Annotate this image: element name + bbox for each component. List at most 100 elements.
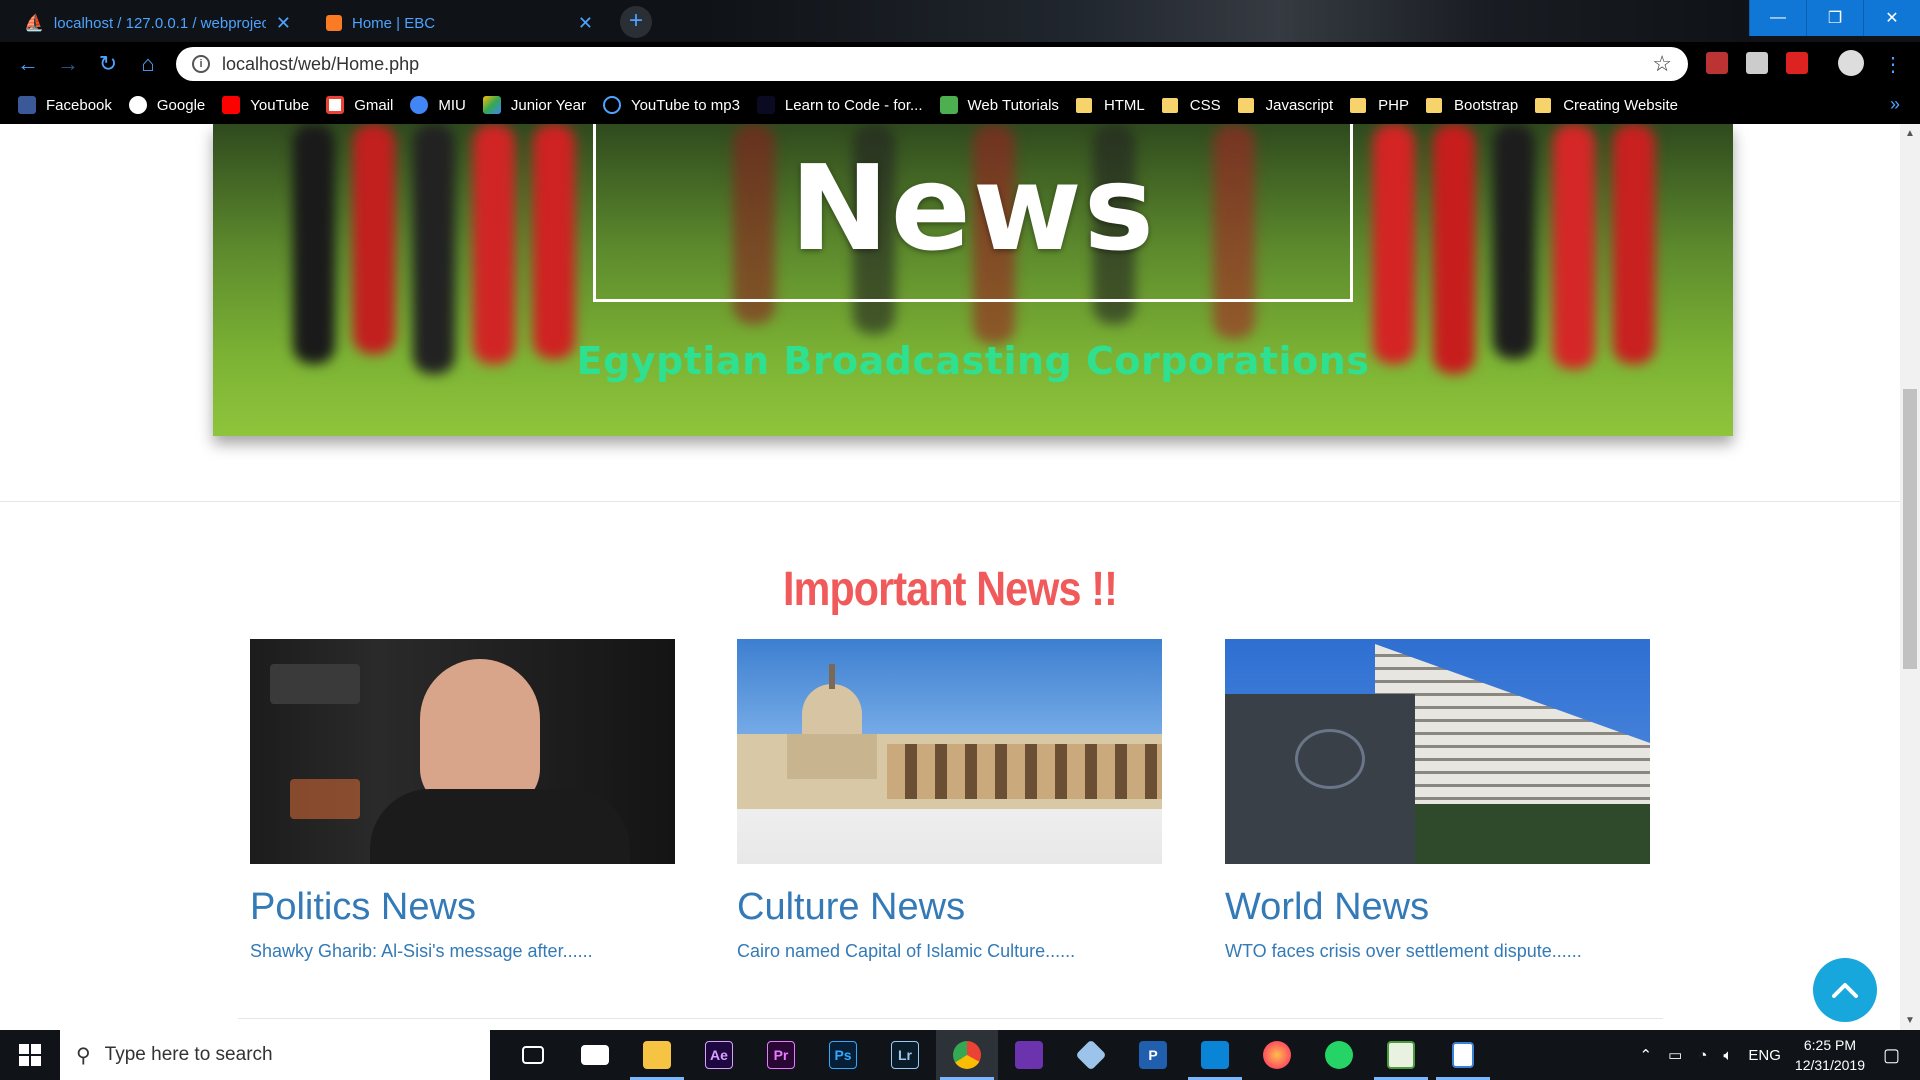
bookmark-youtube-to-mp3[interactable]: YouTube to mp3	[602, 96, 740, 114]
action-center-icon[interactable]: ▢	[1883, 1045, 1900, 1066]
tab-phpmyadmin[interactable]: ⛵ localhost / 127.0.0.1 / webprojec ✕	[10, 4, 305, 42]
mail-app-button[interactable]	[564, 1030, 626, 1080]
spreadsheet-button[interactable]	[1370, 1030, 1432, 1080]
scrollbar-thumb[interactable]	[1903, 389, 1917, 669]
powerpoint-button[interactable]: P	[1122, 1030, 1184, 1080]
bookmark-folder-php[interactable]: PHP	[1350, 97, 1409, 114]
volume-icon[interactable]: 🔈︎	[1723, 1047, 1732, 1064]
bookmark-learn-to-code[interactable]: Learn to Code - for...	[756, 96, 923, 114]
clock-date: 12/31/2019	[1794, 1057, 1865, 1073]
taskbar-clock[interactable]: 6:25 PM 12/31/2019	[1795, 1035, 1865, 1075]
language-indicator[interactable]: ENG	[1748, 1047, 1781, 1064]
bookmark-star-icon[interactable]: ☆	[1652, 51, 1672, 77]
premiere-button[interactable]: Pr	[750, 1030, 812, 1080]
3d-viewer-button[interactable]	[1060, 1030, 1122, 1080]
bookmark-gmail[interactable]: Gmail	[326, 96, 393, 114]
bookmark-folder-javascript[interactable]: Javascript	[1237, 97, 1333, 114]
whatsapp-button[interactable]	[1308, 1030, 1370, 1080]
politics-news-image[interactable]	[250, 639, 675, 864]
bookmark-folder-bootstrap[interactable]: Bootstrap	[1426, 97, 1518, 114]
card-link[interactable]: Cairo named Capital of Islamic Culture..…	[737, 941, 1162, 962]
window-controls: — ❐ ✕	[1749, 0, 1920, 36]
page-scrollbar[interactable]: ▲ ▼	[1900, 124, 1920, 1030]
bookmark-miu[interactable]: MIU	[410, 96, 466, 114]
chevron-up-icon	[1832, 983, 1858, 998]
folder-icon	[1350, 97, 1367, 113]
browser-titlebar: ⛵ localhost / 127.0.0.1 / webprojec ✕ Ho…	[0, 0, 1920, 42]
hero-title: News	[789, 139, 1157, 277]
scroll-up-arrow-icon[interactable]: ▲	[1905, 128, 1915, 139]
bookmark-web-tutorials[interactable]: Web Tutorials	[939, 96, 1059, 114]
freecodecamp-icon	[756, 96, 775, 114]
bookmark-junior-year[interactable]: Junior Year	[482, 96, 586, 114]
firefox-button[interactable]	[1246, 1030, 1308, 1080]
bookmark-folder-creating-website[interactable]: Creating Website	[1535, 97, 1678, 114]
search-icon: ⚲	[76, 1044, 91, 1067]
card-link[interactable]: WTO faces crisis over settlement dispute…	[1225, 941, 1650, 962]
address-url[interactable]: localhost/web/Home.php	[222, 54, 1652, 75]
chrome-button[interactable]	[936, 1030, 998, 1080]
tab-title: localhost / 127.0.0.1 / webprojec	[53, 14, 266, 32]
scroll-down-arrow-icon[interactable]: ▼	[1905, 1015, 1915, 1026]
globe-icon	[410, 96, 429, 114]
card-heading[interactable]: Culture News	[737, 886, 1162, 929]
card-heading[interactable]: Politics News	[250, 886, 675, 929]
start-button[interactable]	[0, 1030, 60, 1080]
taskbar-search-box[interactable]: ⚲ Type here to search	[60, 1030, 490, 1080]
photos-button[interactable]	[1432, 1030, 1494, 1080]
address-bar[interactable]: i localhost/web/Home.php ☆	[176, 47, 1688, 81]
bookmarks-bar: Facebook Google YouTube Gmail MIU Junior…	[0, 86, 1920, 124]
tab-close-icon[interactable]: ✕	[276, 13, 291, 34]
home-icon[interactable]: ⌂	[134, 50, 162, 78]
hero-title-box: News	[593, 124, 1353, 302]
restore-icon[interactable]: ❐	[1806, 0, 1863, 36]
titlebar-background	[700, 0, 1750, 42]
task-view-button[interactable]	[502, 1030, 564, 1080]
close-window-icon[interactable]: ✕	[1863, 0, 1920, 36]
pocket-extension-icon[interactable]	[1786, 52, 1808, 74]
back-to-top-button[interactable]	[1813, 958, 1877, 1022]
new-tab-button[interactable]: +	[620, 6, 652, 38]
youtube-icon	[222, 96, 241, 114]
vscode-icon	[1201, 1041, 1229, 1069]
minimize-icon[interactable]: —	[1749, 0, 1806, 36]
extension-icon[interactable]	[1746, 52, 1768, 74]
vscode-button[interactable]	[1184, 1030, 1246, 1080]
lightroom-button[interactable]: Lr	[874, 1030, 936, 1080]
bookmark-google[interactable]: Google	[128, 96, 205, 114]
section-divider	[0, 501, 1900, 502]
tab-home-ebc[interactable]: Home | EBC ✕	[312, 4, 607, 42]
culture-news-image[interactable]	[737, 639, 1162, 864]
bookmark-folder-html[interactable]: HTML	[1075, 97, 1145, 114]
photoshop-button[interactable]: Ps	[812, 1030, 874, 1080]
bookmark-folder-css[interactable]: CSS	[1161, 97, 1221, 114]
chrome-icon	[953, 1041, 981, 1069]
chevron-up-icon[interactable]: ⌃	[1640, 1046, 1653, 1064]
file-explorer-button[interactable]	[626, 1030, 688, 1080]
avatar[interactable]	[1838, 50, 1864, 76]
bookmarks-overflow-icon[interactable]: »	[1890, 94, 1900, 115]
bookmark-youtube[interactable]: YouTube	[222, 96, 309, 114]
card-link[interactable]: Shawky Gharib: Al-Sisi's message after..…	[250, 941, 675, 962]
drive-icon	[482, 96, 501, 114]
folder-icon	[1426, 97, 1442, 113]
whatsapp-icon	[1325, 1041, 1353, 1069]
visual-studio-button[interactable]	[998, 1030, 1060, 1080]
xampp-icon	[326, 15, 342, 31]
wifi-icon[interactable]: ◔	[1698, 1047, 1707, 1064]
bookmark-facebook[interactable]: Facebook	[18, 96, 112, 114]
forward-arrow-icon[interactable]: →	[54, 50, 82, 78]
section-bottom-divider	[238, 1018, 1663, 1019]
world-news-image[interactable]	[1225, 639, 1650, 864]
tab-close-icon[interactable]: ✕	[578, 13, 593, 34]
back-arrow-icon[interactable]: ←	[14, 50, 42, 78]
card-heading[interactable]: World News	[1225, 886, 1650, 929]
reload-icon[interactable]: ↻	[94, 50, 122, 78]
pdf-extension-icon[interactable]	[1706, 52, 1728, 74]
site-info-icon[interactable]: i	[192, 55, 210, 73]
system-tray: ⌃ ▭ ◔ 🔈︎ ENG 6:25 PM 12/31/2019 ▢	[1640, 1030, 1920, 1080]
battery-icon[interactable]: ▭	[1668, 1046, 1682, 1064]
after-effects-button[interactable]: Ae	[688, 1030, 750, 1080]
menu-kebab-icon[interactable]: ⋮	[1882, 52, 1904, 76]
tab-title: Home | EBC	[352, 14, 436, 32]
